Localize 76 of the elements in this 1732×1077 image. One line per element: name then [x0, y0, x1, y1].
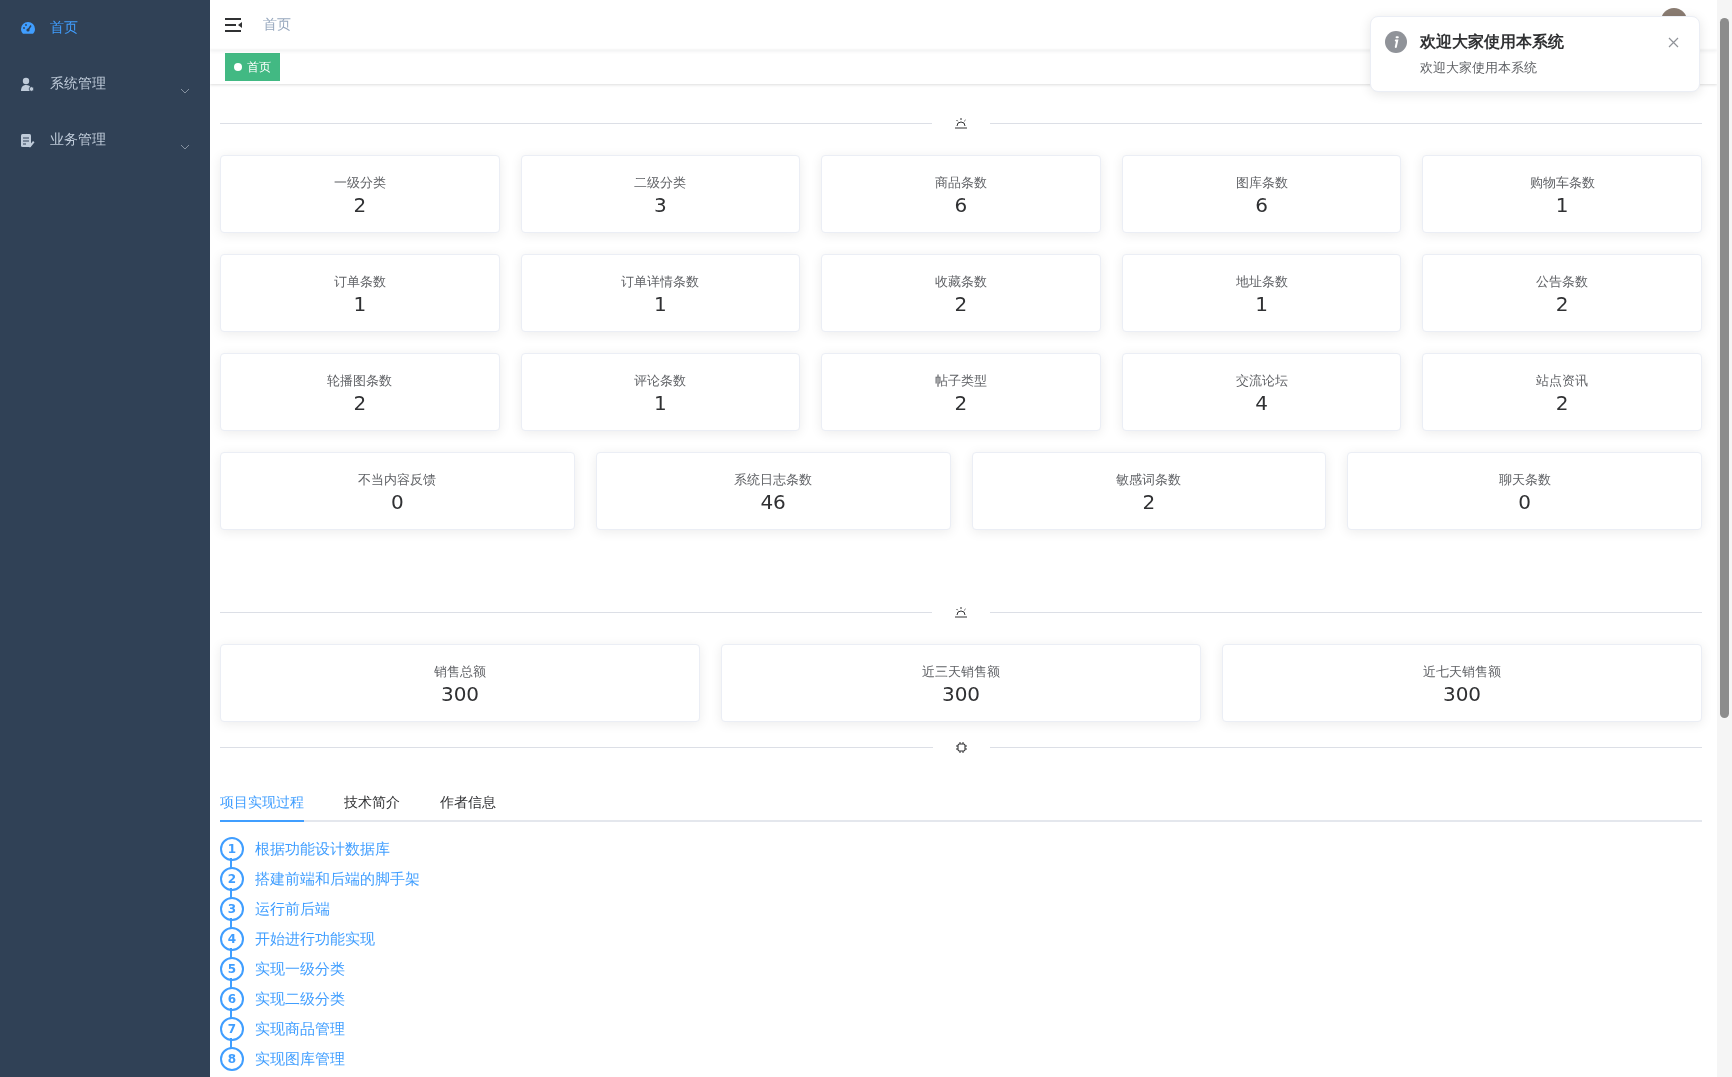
step-number: 1: [220, 837, 244, 861]
stat-label: 轮播图条数: [327, 372, 393, 390]
chip-icon: [954, 741, 968, 754]
stat-label: 订单条数: [333, 273, 386, 291]
sidebar-item[interactable]: 首页: [0, 0, 210, 56]
step-number: 5: [220, 957, 244, 981]
stat-value: 300: [1442, 681, 1482, 707]
stat-value: 1: [1555, 192, 1569, 218]
step-text: 实现图库管理: [255, 1049, 345, 1069]
tab[interactable]: 作者信息: [440, 784, 496, 822]
stat-label: 敏感词条数: [1116, 471, 1182, 489]
info-icon: [1385, 31, 1407, 53]
stat-label: 一级分类: [333, 174, 386, 192]
stat-value: 300: [440, 681, 480, 707]
stat-value: 6: [1255, 192, 1268, 218]
stat-value: 0: [391, 489, 404, 515]
stat-label: 购物车条数: [1529, 174, 1595, 192]
stat-label: 收藏条数: [935, 273, 987, 291]
tab[interactable]: 技术简介: [344, 784, 400, 822]
sidebar-item[interactable]: 业务管理: [0, 112, 210, 168]
stat-label: 聊天条数: [1498, 471, 1551, 489]
user-gear-icon: [20, 76, 35, 92]
step-text: 根据功能设计数据库: [255, 839, 390, 859]
step-text: 实现商品管理: [255, 1019, 345, 1039]
stat-value: 0: [1518, 489, 1531, 515]
notification-message: 欢迎大家使用本系统: [1420, 59, 1538, 77]
stat-value: 2: [1555, 291, 1569, 317]
stat-value: 1: [353, 291, 367, 317]
stat-value: 2: [1555, 390, 1569, 416]
step-text: 实现二级分类: [255, 989, 345, 1009]
stat-value: 6: [954, 192, 968, 218]
dashboard-icon: [20, 21, 36, 35]
menu-icon[interactable]: [225, 18, 243, 32]
stat-value: 2: [353, 192, 367, 218]
stat-label: 公告条数: [1536, 273, 1589, 291]
document-edit-icon: [20, 132, 35, 148]
stat-label: 近七天销售额: [1423, 663, 1501, 681]
step-number: 4: [220, 927, 244, 951]
stat-value: 2: [954, 390, 968, 416]
stat-label: 销售总额: [434, 663, 486, 681]
step-number: 2: [220, 867, 244, 891]
stat-value: 300: [941, 681, 981, 707]
stat-label: 近三天销售额: [922, 663, 1000, 681]
step-number: 7: [220, 1017, 244, 1041]
step-text: 开始进行功能实现: [255, 929, 375, 949]
stat-value: 3: [654, 192, 667, 218]
stat-label: 图库条数: [1235, 174, 1288, 192]
stat-value: 1: [654, 291, 667, 317]
step-number: 6: [220, 987, 244, 1011]
stat-value: 1: [1255, 291, 1268, 317]
lamp-icon: [954, 117, 968, 129]
step-number: 3: [220, 897, 244, 921]
step-number: 8: [220, 1047, 244, 1071]
step-text: 实现一级分类: [255, 959, 345, 979]
stat-label: 交流论坛: [1235, 372, 1288, 390]
stat-label: 地址条数: [1235, 273, 1288, 291]
stat-label: 商品条数: [935, 174, 987, 192]
step-text: 运行前后端: [255, 899, 330, 919]
stat-value: 2: [954, 291, 968, 317]
sidebar-item[interactable]: 系统管理: [0, 56, 210, 112]
notification-title: 欢迎大家使用本系统: [1420, 31, 1565, 53]
stat-value: 46: [760, 489, 786, 515]
stat-label: 站点资讯: [1536, 372, 1589, 390]
stat-value: 2: [1142, 489, 1156, 515]
stat-label: 不当内容反馈: [358, 471, 437, 489]
step-text: 搭建前端和后端的脚手架: [255, 869, 420, 889]
stat-value: 1: [654, 390, 667, 416]
stat-label: 评论条数: [634, 372, 687, 390]
stat-value: 4: [1255, 390, 1268, 416]
stat-label: 帖子类型: [935, 372, 987, 390]
stat-label: 二级分类: [634, 174, 687, 192]
stat-label: 系统日志条数: [734, 471, 813, 489]
stat-label: 订单详情条数: [621, 273, 700, 291]
lamp-icon: [954, 606, 968, 618]
stat-value: 2: [353, 390, 367, 416]
close-icon[interactable]: [1668, 37, 1679, 48]
